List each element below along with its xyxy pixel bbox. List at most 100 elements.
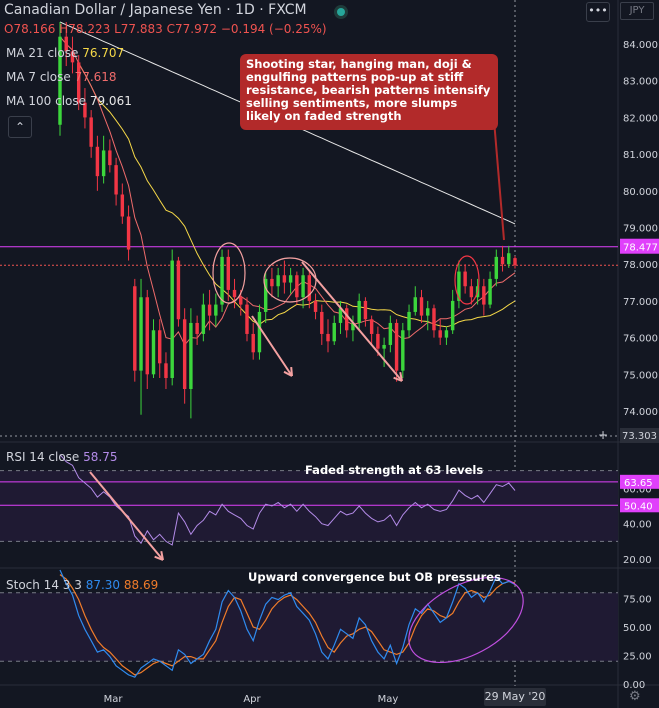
candle-body (388, 322, 393, 345)
rsi-tick-label: 20.00 (623, 555, 652, 566)
rsi-annotation: Faded strength at 63 levels (305, 463, 484, 477)
candle-body (176, 260, 181, 320)
callout-pointer (493, 119, 505, 241)
candle-body (407, 311, 411, 331)
ma21-value: 76.707 (82, 46, 125, 60)
candle-body (133, 286, 137, 371)
candle-body (326, 333, 330, 342)
ma7-value: 77.618 (74, 70, 117, 84)
candle-body (307, 275, 312, 301)
price-tick-label: 78.000 (623, 260, 658, 271)
candle-body (232, 289, 237, 298)
candle-body (301, 275, 305, 298)
stoch-d-value: 88.69 (123, 578, 159, 592)
rsi-band (0, 470, 618, 542)
ohlc-readout: O78.166 H78.223 L77.883 C77.972 −0.194 (… (4, 22, 327, 36)
price-tick-label: 79.000 (623, 224, 658, 235)
candle-body (282, 275, 287, 283)
candle-body (500, 256, 505, 265)
candle-body (494, 256, 499, 279)
stoch-tick-label: 50.00 (623, 623, 652, 634)
candle-body (438, 330, 442, 338)
low-price-label: 73.303 (622, 431, 657, 442)
candle-body (95, 146, 100, 177)
open-value: O78.166 (4, 22, 56, 36)
candle-body (507, 253, 511, 265)
ma100-label: MA 100 close (6, 94, 87, 108)
stoch-tick-label: 25.00 (623, 652, 652, 663)
low-value: L77.883 (114, 22, 163, 36)
candle-body (344, 308, 349, 331)
candle-body (419, 297, 424, 316)
currency-badge[interactable]: JPY (620, 2, 654, 20)
candle-body (463, 271, 467, 287)
stoch-band (0, 592, 618, 662)
ma21-legend[interactable]: MA 21 close 76.707 (6, 46, 124, 60)
candle-body (295, 275, 299, 298)
settings-gear-icon[interactable]: ⚙ (629, 689, 641, 704)
rsi-level-label: 63.65 (624, 478, 653, 489)
menu-icon[interactable]: ••• (586, 2, 610, 22)
rsi-value: 58.75 (83, 450, 118, 464)
candle-body (320, 311, 324, 334)
candle-body (401, 330, 405, 371)
stoch-annotation: Upward convergence but OB pressures (248, 570, 501, 584)
candle-body (189, 322, 193, 389)
candle-body (357, 300, 361, 323)
candle-body (158, 330, 162, 364)
price-tick-label: 83.000 (623, 77, 658, 88)
pattern-callout: Shooting star, hanging man, doji & engul… (240, 54, 498, 130)
stoch-legend[interactable]: Stoch 14 3 3 87.30 88.69 (6, 578, 158, 592)
candle-body (382, 344, 386, 349)
symbol-title[interactable]: Canadian Dollar / Japanese Yen · 1D · FX… (4, 2, 307, 18)
price-tick-label: 80.000 (623, 187, 658, 198)
candle-body (488, 278, 492, 305)
candle-body (288, 275, 293, 283)
market-open-icon (337, 8, 345, 16)
x-tick-label: May (378, 694, 399, 705)
x-tick-label: Mar (104, 694, 124, 705)
candle-body (257, 311, 262, 353)
stoch-k-value: 87.30 (85, 578, 121, 592)
rsi-legend[interactable]: RSI 14 close 58.75 (6, 450, 118, 464)
candle-body (239, 297, 243, 305)
cursor-date-badge: 29 May '20 (484, 688, 546, 706)
candle-body (245, 304, 249, 334)
candle-body (394, 322, 399, 371)
candle-body (313, 300, 318, 312)
candle-body (220, 256, 224, 305)
candle-body (469, 286, 474, 298)
ma100-legend[interactable]: MA 100 close 79.061 (6, 94, 132, 108)
candle-body (126, 216, 131, 250)
candle-body (207, 304, 212, 316)
candle-body (182, 319, 187, 389)
stoch-label: Stoch 14 3 3 (6, 578, 82, 592)
candle-body (120, 194, 125, 217)
candle-body (89, 117, 93, 147)
candle-body (170, 260, 174, 378)
ma7-legend[interactable]: MA 7 close 77.618 (6, 70, 117, 84)
price-tick-label: 77.000 (623, 297, 658, 308)
candle-body (139, 297, 143, 371)
down-arrow (301, 261, 403, 382)
close-value: C77.972 (166, 22, 217, 36)
candle-body (450, 300, 455, 331)
price-tick-label: 74.000 (623, 407, 658, 418)
x-tick-label: Apr (243, 694, 261, 705)
candle-body (444, 330, 449, 338)
collapse-legend-button[interactable]: ⌃ (8, 116, 32, 138)
rsi-label: RSI 14 close (6, 450, 80, 464)
candle-body (251, 333, 255, 353)
stoch-tick-label: 75.00 (623, 595, 652, 606)
candle-body (201, 304, 206, 334)
candle-body (369, 319, 374, 334)
add-price-icon: + (598, 428, 608, 442)
resistance-price-label: 78.477 (623, 243, 658, 254)
candle-body (151, 330, 156, 375)
candle-body (276, 275, 280, 287)
candle-body (226, 256, 231, 290)
price-tick-label: 84.000 (623, 40, 658, 51)
candle-body (145, 297, 149, 375)
candle-body (513, 258, 517, 266)
candle-body (270, 278, 274, 287)
